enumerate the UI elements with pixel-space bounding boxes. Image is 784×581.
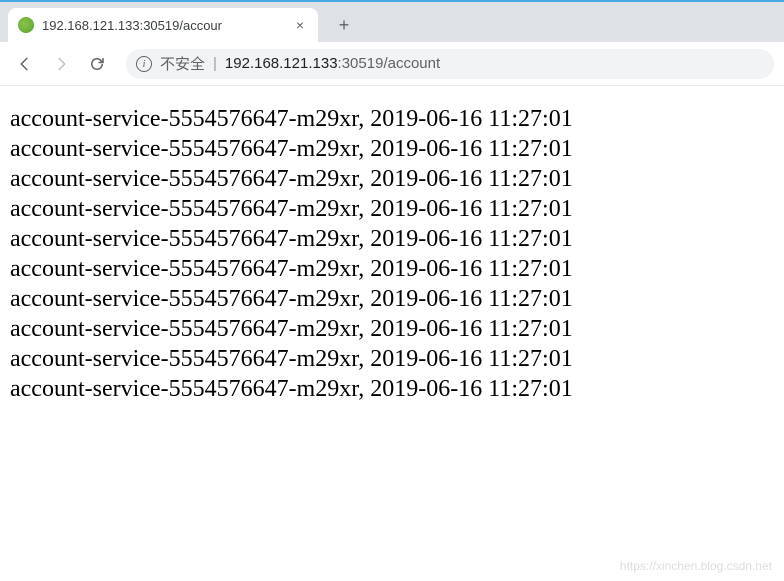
address-bar[interactable]: i 不安全 | 192.168.121.133:30519/account: [126, 49, 774, 79]
back-button[interactable]: [10, 49, 40, 79]
toolbar: i 不安全 | 192.168.121.133:30519/account: [0, 42, 784, 86]
reload-icon: [88, 55, 106, 73]
content-line: account-service-5554576647-m29xr, 2019-0…: [10, 374, 774, 404]
content-line: account-service-5554576647-m29xr, 2019-0…: [10, 314, 774, 344]
browser-tab[interactable]: 192.168.121.133:30519/accour ×: [8, 8, 318, 42]
content-line: account-service-5554576647-m29xr, 2019-0…: [10, 224, 774, 254]
divider: |: [213, 55, 217, 72]
security-label: 不安全: [160, 53, 205, 74]
arrow-left-icon: [16, 55, 34, 73]
url-host: 192.168.121.133: [225, 55, 338, 72]
url-path: /account: [383, 55, 440, 72]
content-line: account-service-5554576647-m29xr, 2019-0…: [10, 284, 774, 314]
watermark: https://xinchen.blog.csdn.net: [620, 559, 772, 573]
page-content: account-service-5554576647-m29xr, 2019-0…: [0, 86, 784, 422]
info-icon[interactable]: i: [136, 56, 152, 72]
new-tab-button[interactable]: +: [330, 11, 358, 39]
reload-button[interactable]: [82, 49, 112, 79]
url-text: 192.168.121.133:30519/account: [225, 55, 440, 72]
content-line: account-service-5554576647-m29xr, 2019-0…: [10, 104, 774, 134]
forward-button[interactable]: [46, 49, 76, 79]
close-icon[interactable]: ×: [292, 17, 308, 33]
tab-title: 192.168.121.133:30519/accour: [42, 18, 284, 33]
content-line: account-service-5554576647-m29xr, 2019-0…: [10, 344, 774, 374]
content-line: account-service-5554576647-m29xr, 2019-0…: [10, 254, 774, 284]
content-line: account-service-5554576647-m29xr, 2019-0…: [10, 164, 774, 194]
arrow-right-icon: [52, 55, 70, 73]
content-line: account-service-5554576647-m29xr, 2019-0…: [10, 134, 774, 164]
content-line: account-service-5554576647-m29xr, 2019-0…: [10, 194, 774, 224]
spring-favicon-icon: [18, 17, 34, 33]
url-port: :30519: [338, 55, 384, 72]
tab-bar: 192.168.121.133:30519/accour × +: [0, 2, 784, 42]
